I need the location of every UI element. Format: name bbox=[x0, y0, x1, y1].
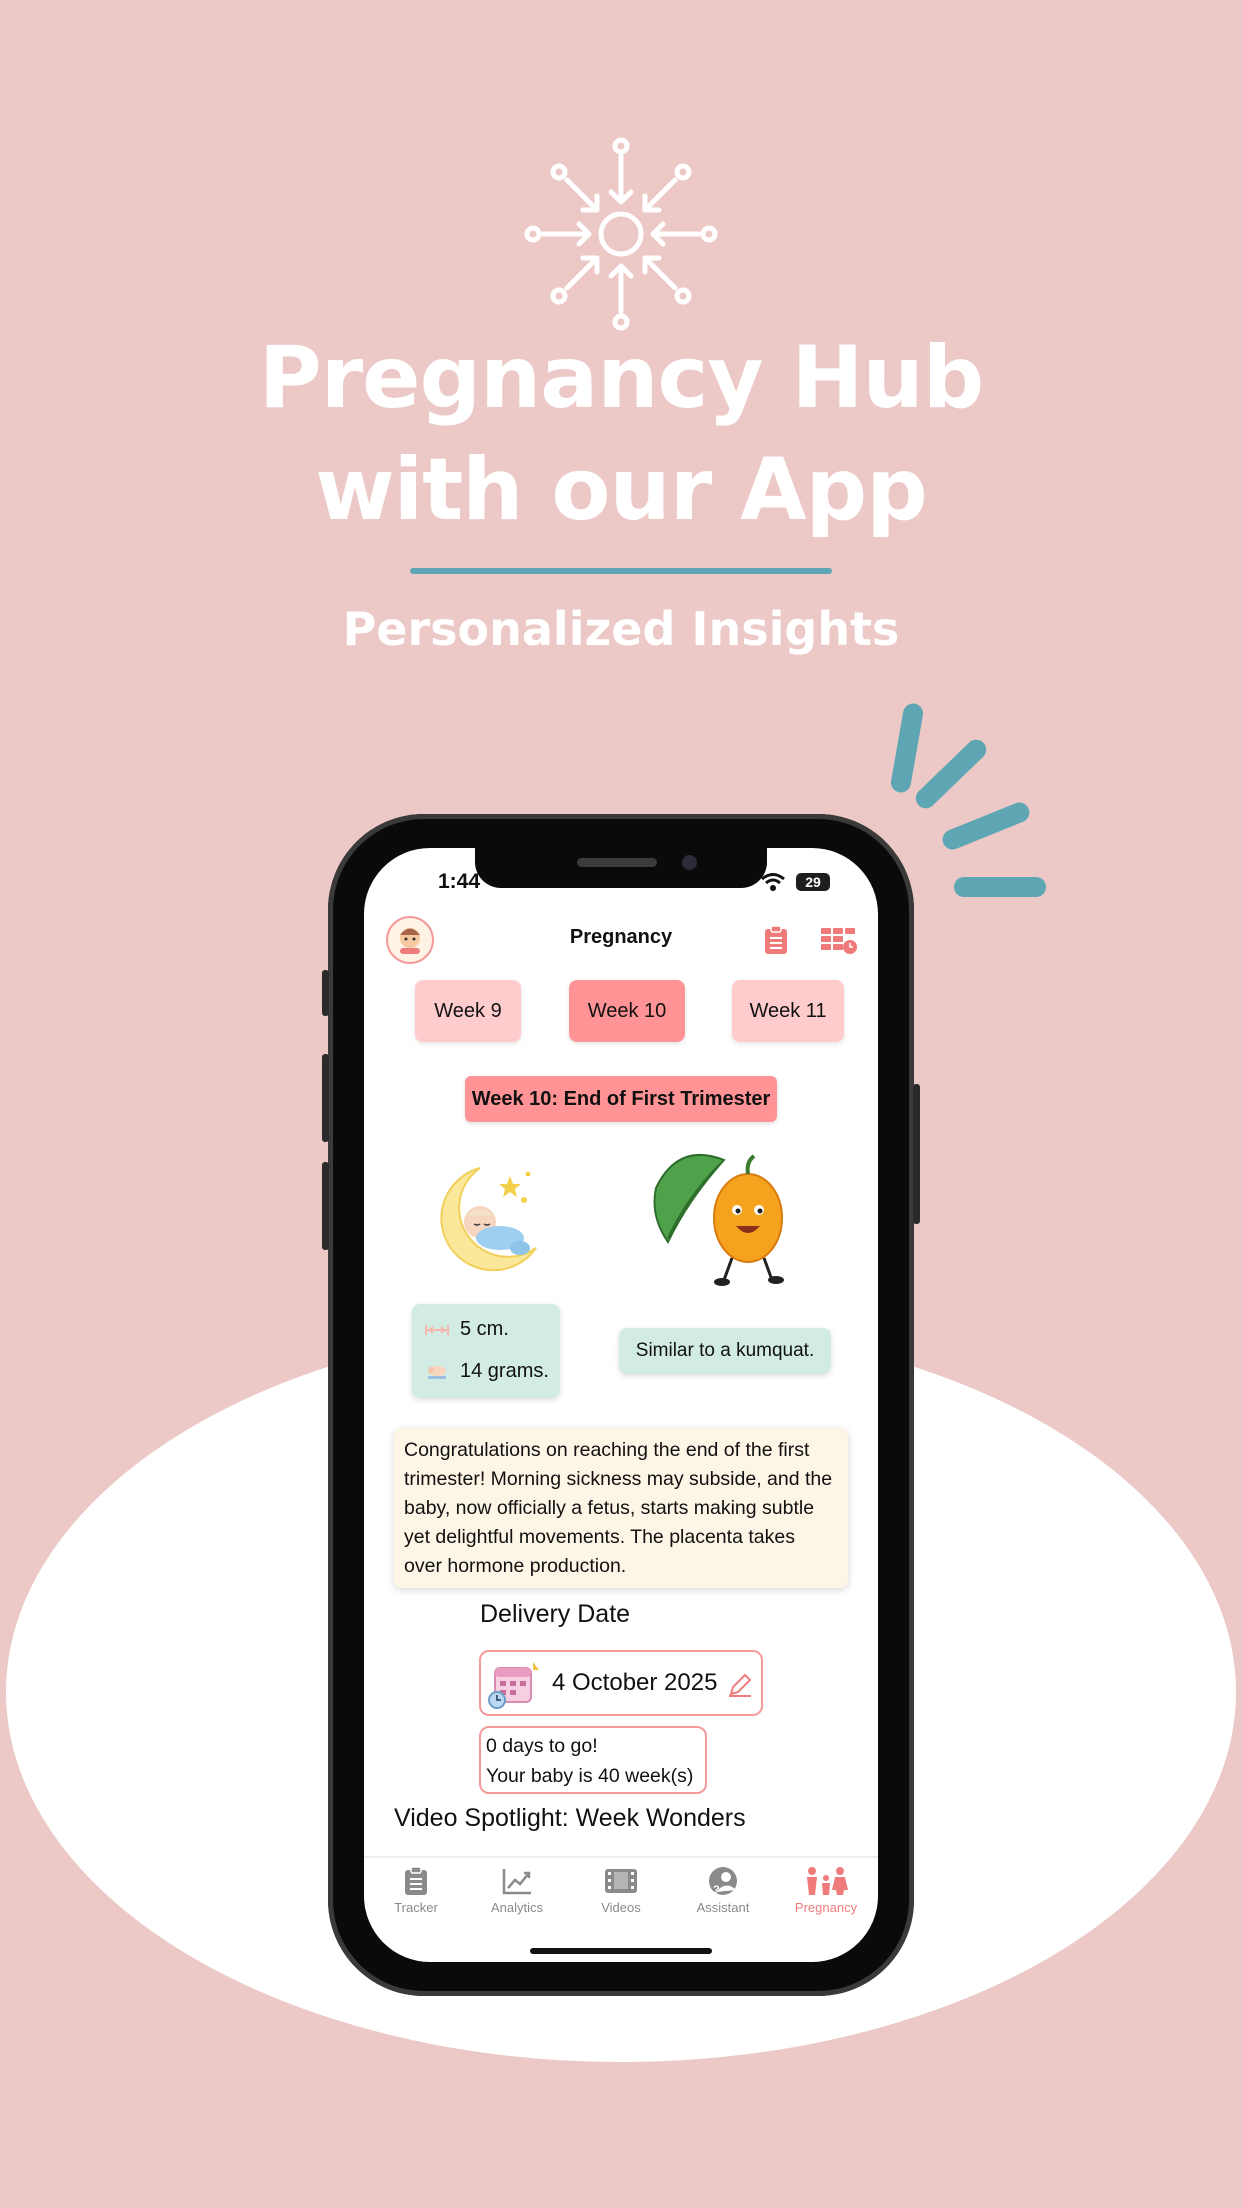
svg-text:?: ? bbox=[713, 1884, 720, 1896]
tab-label: Assistant bbox=[696, 1900, 750, 1915]
chart-icon bbox=[502, 1869, 531, 1895]
countdown-box: 0 days to go! Your baby is 40 week(s) bbox=[479, 1726, 707, 1794]
week-title: Week 10: End of First Trimester bbox=[465, 1076, 777, 1122]
days-to-go: 0 days to go! bbox=[486, 1735, 598, 1757]
tabbar-divider bbox=[364, 1856, 878, 1858]
sleeping-baby-moon-illustration bbox=[440, 1167, 537, 1272]
tab-assistant[interactable]: ? Assistant bbox=[678, 1866, 768, 1915]
wifi-icon bbox=[761, 873, 785, 891]
sun-arrows-icon bbox=[524, 137, 718, 331]
tab-week-10[interactable]: Week 10 bbox=[569, 980, 685, 1042]
decor-spark bbox=[889, 701, 925, 795]
tab-label: Pregnancy bbox=[794, 1900, 858, 1915]
tab-label: Videos bbox=[601, 1900, 641, 1915]
assistant-icon: ? bbox=[709, 1867, 737, 1896]
battery-indicator: 29 bbox=[796, 873, 830, 891]
tab-analytics[interactable]: Analytics bbox=[472, 1866, 562, 1915]
decor-spark bbox=[954, 877, 1046, 897]
tab-week-9[interactable]: Week 9 bbox=[415, 980, 521, 1042]
size-comparison: Similar to a kumquat. bbox=[619, 1328, 831, 1374]
baby-age: Your baby is 40 week(s) bbox=[486, 1765, 694, 1787]
phone-side-button bbox=[322, 1054, 329, 1142]
phone-notch bbox=[475, 848, 767, 888]
hero-subtitle: Personalized Insights bbox=[342, 602, 900, 656]
phone-side-button bbox=[322, 1162, 329, 1250]
phone-speaker bbox=[577, 858, 657, 867]
length-stat: 5 cm. bbox=[424, 1314, 509, 1344]
hero-title-line1: Pregnancy Hub bbox=[258, 328, 985, 428]
hero-divider bbox=[410, 568, 832, 574]
film-icon bbox=[605, 1869, 637, 1893]
hero-title-line2: with our App bbox=[315, 440, 928, 540]
video-spotlight-heading: Video Spotlight: Week Wonders bbox=[394, 1804, 746, 1832]
phone-camera bbox=[682, 855, 697, 870]
weight-stat: 14 grams. bbox=[424, 1356, 549, 1386]
clipboard-icon bbox=[405, 1866, 427, 1895]
decor-spark bbox=[939, 799, 1033, 853]
length-value: 5 cm. bbox=[460, 1318, 509, 1340]
decor-spark bbox=[911, 735, 991, 813]
phone-side-button bbox=[322, 970, 329, 1016]
clipboard-icon[interactable] bbox=[762, 925, 790, 955]
tab-videos[interactable]: Videos bbox=[576, 1866, 666, 1915]
tab-label: Analytics bbox=[490, 1900, 544, 1915]
ruler-icon bbox=[425, 1324, 449, 1335]
delivery-date-label: Delivery Date bbox=[480, 1600, 631, 1628]
edit-pencil-icon[interactable] bbox=[727, 1672, 753, 1698]
home-indicator bbox=[530, 1948, 712, 1954]
tab-tracker[interactable]: Tracker bbox=[371, 1866, 461, 1915]
delivery-date-value: 4 October 2025 bbox=[552, 1669, 718, 1696]
tab-pregnancy[interactable]: Pregnancy bbox=[781, 1866, 871, 1915]
baby-scale-icon bbox=[428, 1365, 446, 1379]
phone-side-button bbox=[913, 1084, 920, 1224]
delivery-date-field[interactable]: 4 October 2025 bbox=[479, 1650, 763, 1716]
app-title: Pregnancy bbox=[569, 926, 673, 948]
tab-week-11[interactable]: Week 11 bbox=[732, 980, 844, 1042]
family-icon bbox=[807, 1867, 848, 1895]
weight-value: 14 grams. bbox=[460, 1360, 549, 1382]
calendar-icon bbox=[488, 1662, 539, 1709]
grid-calendar-icon[interactable] bbox=[820, 926, 858, 956]
size-stats-card: 5 cm. 14 grams. bbox=[412, 1304, 560, 1398]
kumquat-illustration bbox=[653, 1153, 784, 1286]
status-time: 1:44 bbox=[438, 870, 481, 893]
week-description: Congratulations on reaching the end of t… bbox=[394, 1428, 848, 1588]
tab-label: Tracker bbox=[394, 1900, 438, 1915]
